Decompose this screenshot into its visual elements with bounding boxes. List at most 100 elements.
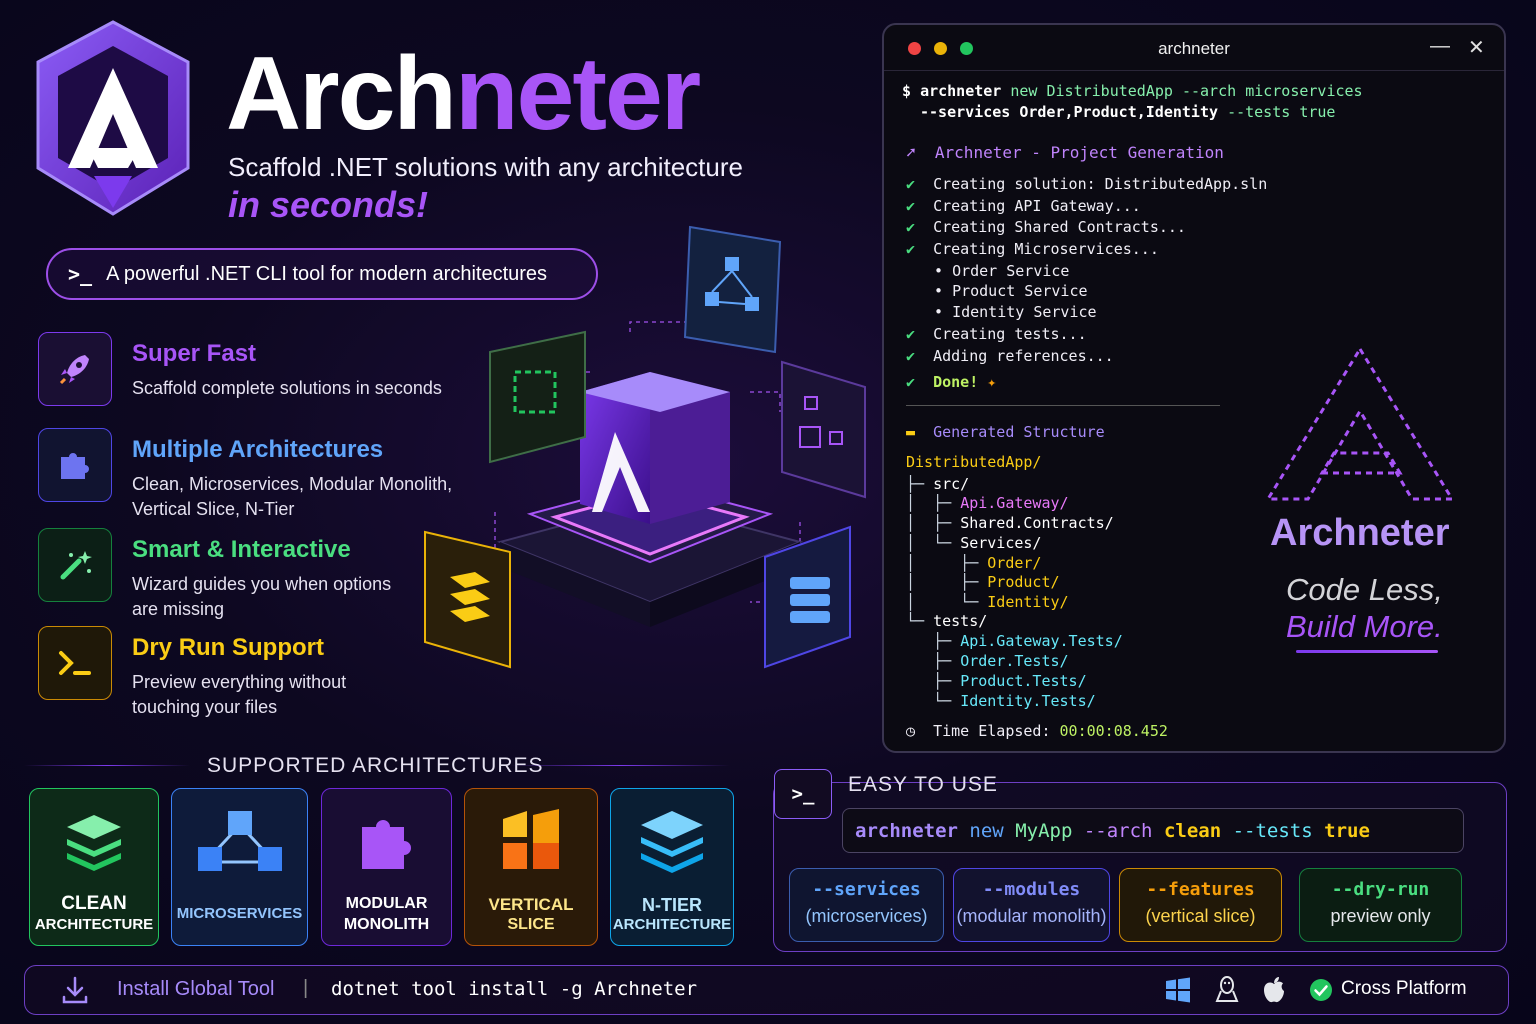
side-slogan-line2: Build More. [1286, 609, 1443, 644]
option-modules[interactable]: --modules (modular monolith) [953, 868, 1110, 942]
arch-label-line1: VERTICAL [488, 895, 574, 914]
check-icon: ✔ [906, 197, 916, 215]
feature-title: Multiple Architectures [132, 436, 384, 463]
tree-shared-contracts: │ ├─ Shared.Contracts/ [906, 514, 1114, 532]
window-title: archneter [1158, 39, 1230, 58]
puzzle-icon [38, 428, 112, 502]
feature-title: Dry Run Support [132, 634, 324, 661]
tree-product: │ ├─ Product/ [906, 573, 1060, 591]
download-icon [62, 976, 88, 1004]
feature-title: Smart & Interactive [132, 536, 351, 563]
option-flag: --services [812, 879, 921, 900]
stack-layers-icon [67, 815, 121, 871]
feature-title: Super Fast [132, 340, 257, 367]
tagline: in seconds! [228, 184, 429, 225]
easy-to-use-title: EASY TO USE [848, 773, 998, 796]
service-line: • Product Service [934, 282, 1088, 300]
terminal-icon [38, 626, 112, 700]
cross-platform-label: Cross Platform [1341, 978, 1467, 999]
example-command[interactable]: archneter new MyApp --arch clean --tests… [842, 808, 1464, 853]
puzzle-piece-icon [361, 820, 411, 869]
tree-test-identity: └─ Identity.Tests/ [906, 692, 1096, 710]
tiers-icon [641, 811, 703, 873]
arch-card-clean[interactable]: CLEAN ARCHITECTURE [29, 788, 159, 946]
rocket-icon [38, 332, 112, 406]
service-line: • Order Service [934, 262, 1070, 280]
step-line: ✔ Creating Shared Contracts... [906, 218, 1186, 236]
done-line: ✔ Done! ✦ [906, 373, 997, 391]
step-line: ✔ Creating tests... [906, 325, 1087, 343]
architecture-illustration [424, 225, 866, 669]
generation-header: ➚ Archneter - Project Generation [906, 143, 1224, 162]
option-dry-run[interactable]: --dry-run preview only [1299, 868, 1462, 942]
tree-order: │ ├─ Order/ [906, 554, 1042, 572]
feature-multiple-architectures: Multiple Architectures Clean, Microservi… [38, 428, 468, 519]
step-line: ✔ Creating solution: DistributedApp.sln [906, 175, 1268, 193]
folder-icon: ▬ [906, 423, 916, 441]
slogan-underline [1296, 650, 1438, 653]
arch-label-line1: MICROSERVICES [176, 905, 303, 922]
arch-card-microservices[interactable]: MICROSERVICES [171, 788, 308, 946]
cluster-panel-green [489, 330, 586, 464]
feature-smart-interactive: Smart & Interactive Wizard guides you wh… [38, 528, 468, 619]
apple-icon [1264, 977, 1284, 1003]
arch-card-modular-monolith[interactable]: MODULAR MONOLITH [321, 788, 452, 946]
close-icon[interactable]: ✕ [1468, 35, 1485, 60]
option-desc: (modular monolith) [956, 906, 1107, 926]
feature-super-fast: Super Fast Scaffold complete solutions i… [38, 332, 468, 412]
check-icon: ✔ [906, 373, 916, 391]
option-desc: (microservices) [805, 906, 928, 926]
party-icon: ✦ [987, 373, 997, 391]
structure-header: ▬ Generated Structure [906, 423, 1105, 441]
tree-test-order: ├─ Order.Tests/ [906, 652, 1069, 670]
subtitle: Scaffold .NET solutions with any archite… [228, 152, 743, 182]
arch-label-line2: MONOLITH [343, 916, 430, 933]
divider [510, 765, 730, 766]
arch-label-line1: CLEAN [61, 893, 127, 914]
minimize-icon[interactable]: — [1430, 35, 1450, 58]
tree-services: │ └─ Services/ [906, 534, 1042, 552]
arch-label-line1: MODULAR [345, 895, 428, 912]
check-icon: ✔ [906, 240, 916, 258]
feature-desc: Wizard guides you when options are missi… [132, 574, 392, 619]
arch-label-line2: SLICE [507, 916, 555, 933]
terminal-titlebar: archneter — ✕ [884, 25, 1504, 71]
flowchart-panel-purple [781, 360, 866, 499]
option-services[interactable]: --services (microservices) [789, 868, 944, 942]
side-slogan-line1: Code Less, [1286, 572, 1443, 607]
layers-panel-yellow [424, 530, 511, 669]
arch-card-vertical-slice[interactable]: VERTICAL SLICE [464, 788, 598, 946]
check-icon: ✔ [906, 175, 916, 193]
tree-api-gateway: │ ├─ Api.Gateway/ [906, 494, 1069, 512]
install-command[interactable]: dotnet tool install -g Archneter [331, 978, 697, 1000]
option-desc: (vertical slice) [1145, 906, 1256, 926]
arch-label-line1: N-TIER [642, 895, 702, 915]
step-line: ✔ Adding references... [906, 347, 1114, 365]
option-features[interactable]: --features (vertical slice) [1119, 868, 1282, 942]
divider [24, 765, 190, 766]
service-line: • Identity Service [934, 303, 1097, 321]
feature-desc: Preview everything without touching your… [132, 672, 347, 717]
terminal-prompt-icon: >_ [68, 262, 93, 286]
tree-identity: │ └─ Identity/ [906, 593, 1069, 611]
step-line: ✔ Creating Microservices... [906, 240, 1159, 258]
vertical-slice-icon [503, 809, 559, 869]
tree-root: DistributedApp/ [906, 453, 1042, 471]
archneter-logo [36, 20, 190, 216]
rocket-icon: ➚ [906, 143, 916, 162]
windows-icon [1166, 977, 1190, 1003]
check-icon: ✔ [906, 325, 916, 343]
side-brand-name: Archneter [1270, 512, 1450, 554]
arch-card-n-tier[interactable]: N-TIER ARCHITECTURE [610, 788, 734, 946]
separator: | [303, 977, 309, 999]
magic-wand-icon [38, 528, 112, 602]
tree-test-product: ├─ Product.Tests/ [906, 672, 1087, 690]
step-line: ✔ Creating API Gateway... [906, 197, 1141, 215]
app-title: Archneter [226, 36, 701, 152]
microservices-network-icon [197, 811, 282, 871]
tree-src: ├─ src/ [906, 475, 970, 493]
option-desc: preview only [1330, 906, 1431, 926]
option-flag: --dry-run [1331, 879, 1430, 900]
command-line-1: $ archneter new DistributedApp --arch mi… [902, 82, 1363, 100]
arch-label-line2: ARCHITECTURE [612, 916, 732, 933]
